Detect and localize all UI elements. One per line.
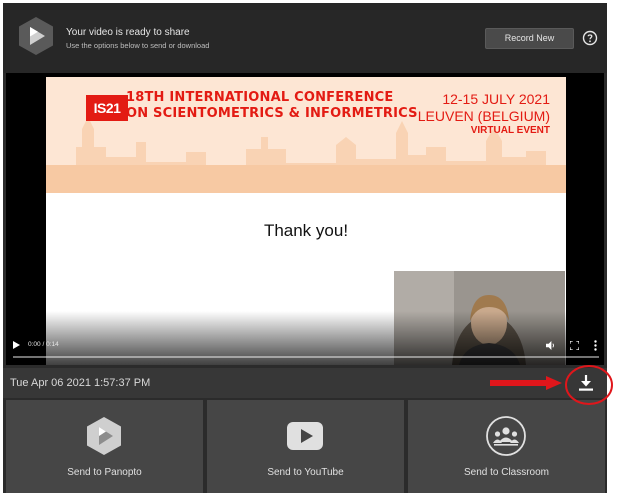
conference-event-type: VIRTUAL EVENT	[470, 125, 550, 136]
help-icon[interactable]	[582, 30, 598, 46]
play-icon[interactable]	[12, 341, 20, 349]
slide-thank-you-text: Thank you!	[263, 221, 349, 240]
share-label: Send to Panopto	[67, 467, 142, 478]
conference-logo: IS21	[86, 95, 128, 121]
send-to-youtube-button[interactable]: Send to YouTube	[207, 400, 404, 493]
share-label: Send to YouTube	[267, 467, 344, 478]
more-options-icon[interactable]	[593, 340, 598, 351]
record-new-button[interactable]: Record New	[485, 28, 574, 49]
video-player[interactable]: IS21 18TH INTERNATIONAL CONFERENCE ON SC…	[6, 73, 604, 365]
banner-base	[46, 165, 566, 193]
annotation-arrow-icon	[490, 376, 562, 390]
fullscreen-icon[interactable]	[570, 341, 579, 350]
conference-banner: IS21 18TH INTERNATIONAL CONFERENCE ON SC…	[46, 77, 566, 193]
classroom-icon	[486, 416, 526, 456]
panopto-logo-icon	[19, 17, 53, 55]
panopto-icon	[87, 417, 121, 455]
annotation-circle-icon	[565, 365, 613, 405]
recording-timestamp: Tue Apr 06 2021 1:57:37 PM	[10, 377, 151, 389]
conference-dates: 12-15 JULY 2021	[442, 91, 550, 107]
conference-location: LEUVEN (BELGIUM)	[417, 108, 550, 124]
volume-icon[interactable]	[546, 341, 555, 350]
header: Your video is ready to share Use the opt…	[3, 3, 607, 73]
playback-time: 0:00 / 0:14	[28, 341, 59, 348]
conference-title-line2: ON SCIENTOMETRICS & INFORMETRICS	[126, 106, 418, 121]
header-title: Your video is ready to share	[66, 27, 190, 38]
send-to-classroom-button[interactable]: Send to Classroom	[408, 400, 605, 493]
send-to-panopto-button[interactable]: Send to Panopto	[6, 400, 203, 493]
youtube-icon	[287, 422, 323, 450]
share-panel: Your video is ready to share Use the opt…	[3, 3, 607, 493]
progress-bar[interactable]	[13, 356, 599, 358]
share-label: Send to Classroom	[463, 467, 550, 478]
conference-title-line1: 18TH INTERNATIONAL CONFERENCE	[126, 90, 394, 105]
header-subtitle: Use the options below to send or downloa…	[66, 41, 210, 50]
